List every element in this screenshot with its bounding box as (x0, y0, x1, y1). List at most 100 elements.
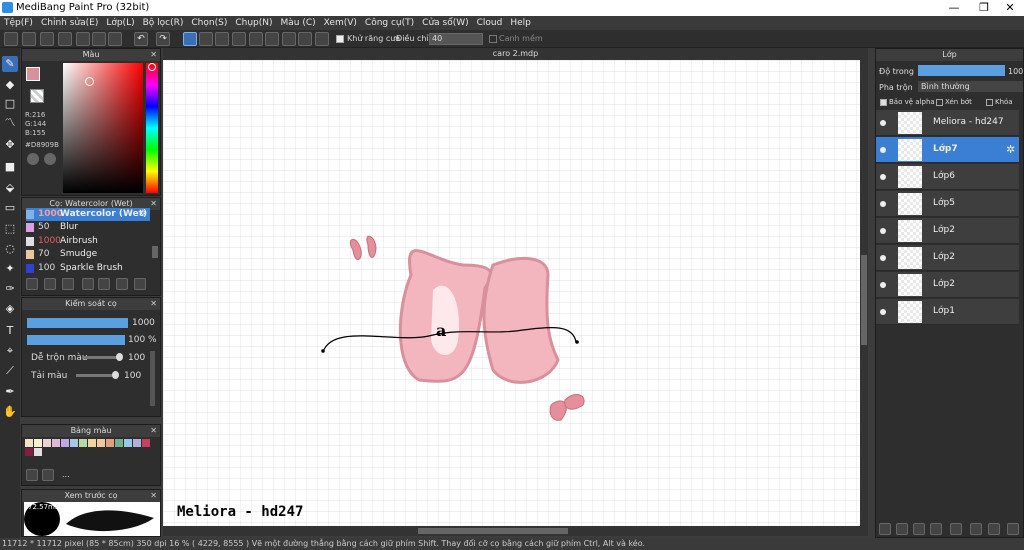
palette-swatch[interactable] (133, 439, 141, 447)
chat-icon[interactable] (58, 32, 72, 46)
eraser-tool-icon[interactable]: ◆ (2, 77, 18, 93)
brush-item[interactable]: 70 Smudge (26, 248, 150, 261)
brush-settings-icon[interactable]: ✲ (139, 208, 147, 221)
palette-swatch[interactable] (70, 439, 78, 447)
delete-palette-icon[interactable] (42, 469, 54, 481)
lasso-tool-icon[interactable]: ◌ (2, 241, 18, 257)
pen-tool-icon[interactable]: 〽 (2, 115, 18, 131)
snap-off-icon[interactable] (183, 32, 197, 46)
palette-more[interactable]: ... (62, 470, 70, 479)
color-wheel-icon[interactable] (44, 153, 56, 165)
grid-doc-icon[interactable] (108, 32, 122, 46)
hand-tool-icon[interactable]: ✋ (2, 404, 18, 420)
palette-swatch[interactable] (34, 439, 42, 447)
palette-swatch[interactable] (34, 448, 42, 456)
new-palette-icon[interactable] (26, 469, 38, 481)
panel-close-icon[interactable]: ✕ (150, 49, 157, 61)
new-brush-icon[interactable] (44, 278, 56, 290)
visibility-icon[interactable] (880, 228, 886, 234)
merge-layer-icon[interactable] (988, 523, 1000, 535)
sv-cursor[interactable] (85, 77, 94, 86)
palette-swatch[interactable] (52, 439, 60, 447)
fill-tool-icon[interactable]: ⬙ (2, 180, 18, 196)
delete-brush-icon[interactable] (134, 278, 146, 290)
folder-icon[interactable] (98, 278, 110, 290)
palette-swatch[interactable] (97, 439, 105, 447)
maximize-button[interactable]: ❐ (970, 1, 998, 15)
color-sv-picker[interactable] (63, 63, 143, 193)
mix-slider[interactable] (84, 356, 120, 359)
palette-swatch[interactable] (142, 439, 150, 447)
layer-opacity-slider[interactable] (918, 65, 1005, 76)
copy-brush-icon[interactable] (82, 278, 94, 290)
smooth-checkbox[interactable] (489, 35, 497, 43)
antialias-checkbox[interactable] (336, 35, 344, 43)
palette-swatch[interactable] (79, 439, 87, 447)
new-halftone-layer-icon[interactable] (896, 523, 908, 535)
blend-select[interactable]: Bình thường (918, 81, 1023, 92)
palette-swatch[interactable] (88, 439, 96, 447)
palette-icon[interactable] (27, 153, 39, 165)
new-layer-icon[interactable] (879, 523, 891, 535)
eyedropper-tool-icon[interactable]: ✒ (2, 384, 18, 400)
cloud-icon[interactable] (4, 32, 18, 46)
panel-close-icon[interactable]: ✕ (150, 425, 157, 437)
menu-snap[interactable]: Chụp(N) (231, 16, 276, 30)
brush-item[interactable]: 1000 Airbrush (26, 235, 150, 248)
layer-folder-icon[interactable] (950, 523, 962, 535)
visibility-icon[interactable] (880, 147, 886, 153)
panel-close-icon[interactable]: ✕ (150, 490, 157, 502)
palette-swatch[interactable] (25, 448, 33, 456)
layer-menu-icon[interactable] (930, 523, 942, 535)
rect-tool-icon[interactable]: ■ (2, 159, 18, 175)
menu-tools[interactable]: Công cụ(T) (361, 16, 418, 30)
brush-item[interactable]: 100 Sparkle Brush (26, 262, 150, 275)
palette-swatch[interactable] (115, 439, 123, 447)
document-tab[interactable]: caro 2.mdp (163, 48, 868, 60)
canvas-drawing[interactable]: a (163, 60, 860, 526)
snap-settings-icon[interactable] (315, 32, 329, 46)
select-pen-icon[interactable]: ✑ (2, 281, 18, 297)
load-slider-handle[interactable] (112, 371, 119, 379)
document-icon[interactable] (92, 32, 106, 46)
layer-row[interactable]: Lớp2 (876, 245, 1019, 271)
hue-cursor[interactable] (148, 63, 156, 71)
canvas[interactable]: a Meliora - hd247 (163, 60, 860, 526)
magic-wand-icon[interactable]: ✦ (2, 261, 18, 277)
brush-menu-icon[interactable] (62, 278, 74, 290)
layer-row[interactable]: Lớp6 (876, 164, 1019, 190)
lock-checkbox[interactable] (986, 99, 993, 106)
layer-row[interactable]: Meliora - hd247 (876, 110, 1019, 136)
add-brush-icon[interactable] (26, 278, 38, 290)
palette-swatch[interactable] (43, 439, 51, 447)
text-tool-icon[interactable]: T (2, 323, 18, 339)
primary-color-swatch[interactable] (26, 67, 40, 81)
menu-file[interactable]: Tệp(F) (0, 16, 37, 30)
snap-radial-icon[interactable] (249, 32, 263, 46)
layer-settings-icon[interactable]: ✲ (1006, 143, 1015, 156)
visibility-icon[interactable] (880, 282, 886, 288)
snap-curve-icon[interactable] (282, 32, 296, 46)
layer-row[interactable]: Lớp2 (876, 218, 1019, 244)
palette-swatch[interactable] (61, 439, 69, 447)
menu-color[interactable]: Màu (C) (277, 16, 320, 30)
minimize-button[interactable]: — (940, 1, 968, 15)
palette-swatch[interactable] (25, 439, 33, 447)
snap-vanish-icon[interactable] (232, 32, 246, 46)
protect-alpha-checkbox[interactable] (880, 99, 887, 106)
size-slider[interactable] (27, 318, 128, 328)
mix-slider-handle[interactable] (116, 353, 123, 361)
menu-edit[interactable]: Chỉnh sửa(E) (37, 16, 102, 30)
panel-close-icon[interactable]: ✕ (150, 198, 157, 210)
snap-ellipse-icon[interactable] (298, 32, 312, 46)
clip-checkbox[interactable] (936, 99, 943, 106)
select-eraser-icon[interactable]: ◈ (2, 301, 18, 317)
duplicate-layer-icon[interactable] (970, 523, 982, 535)
opacity-slider[interactable] (27, 335, 125, 345)
menu-layer[interactable]: Lớp(L) (102, 16, 138, 30)
gradient-tool-icon[interactable]: ▭ (2, 200, 18, 216)
upload-icon[interactable] (22, 32, 36, 46)
brush-item[interactable]: 1000 Watercolor (Wet) ✲ (26, 208, 150, 221)
visibility-icon[interactable] (880, 309, 886, 315)
snap-circle-icon[interactable] (265, 32, 279, 46)
